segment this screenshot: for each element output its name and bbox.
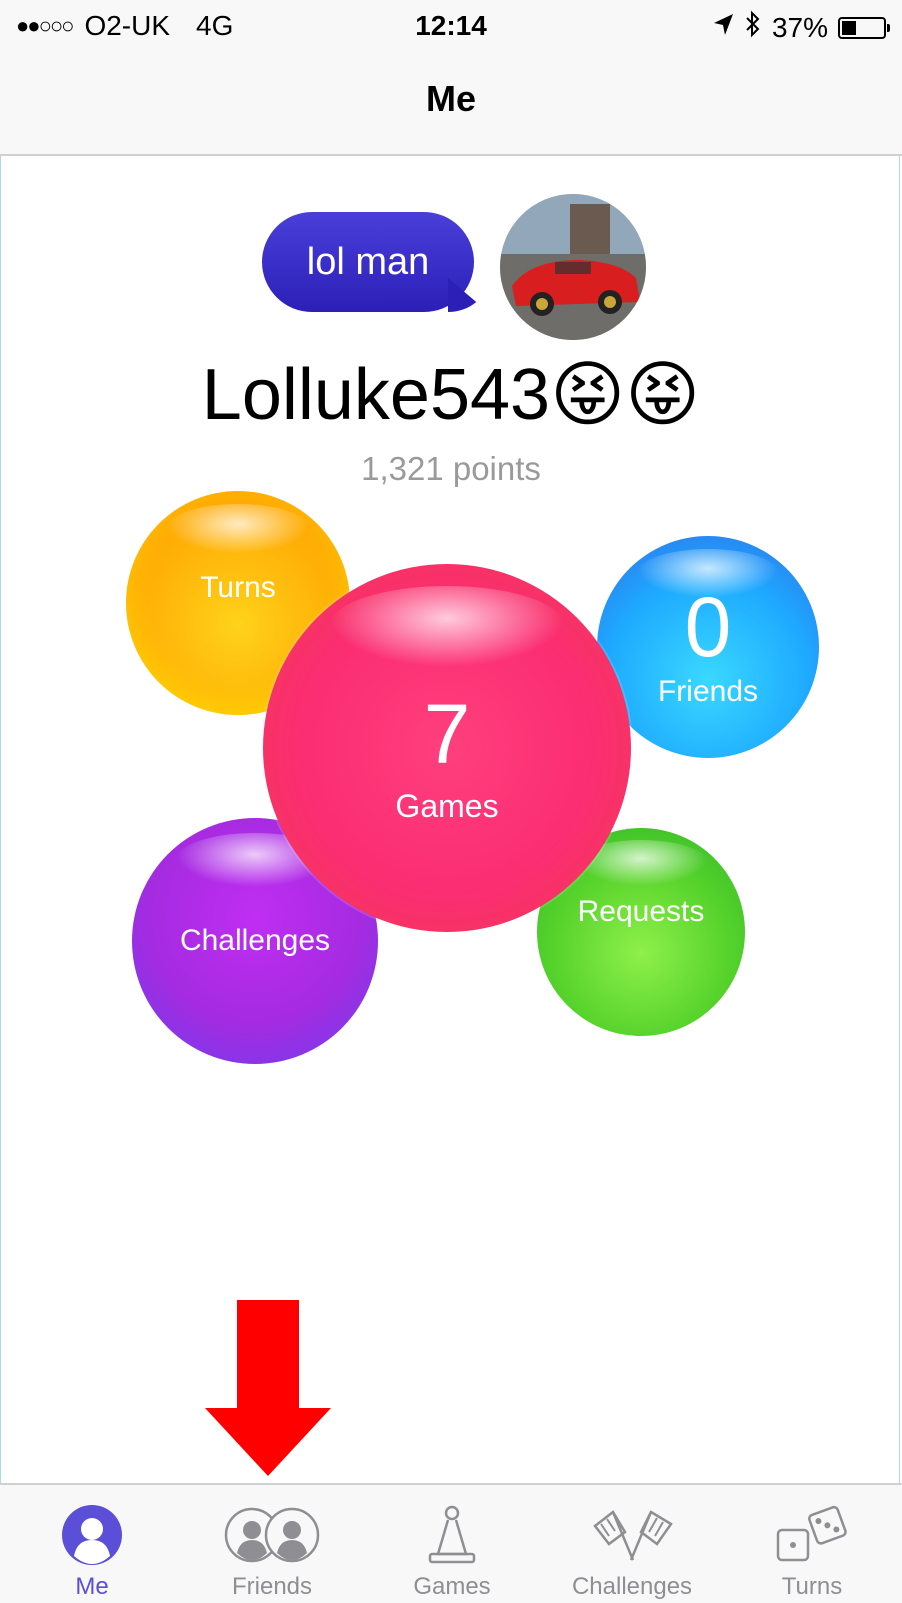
friends-bubble[interactable]: 0 Friends (597, 536, 819, 758)
turns-label: Turns (200, 571, 276, 604)
username: Lolluke543😝😝 (201, 355, 701, 435)
tab-turns-label: Turns (781, 1573, 843, 1600)
flags-icon (587, 1503, 677, 1567)
status-message-bubble[interactable]: lol man (262, 212, 474, 312)
challenges-label: Challenges (179, 924, 331, 957)
requests-label: Requests (577, 895, 705, 928)
status-bar: ●●○○○ O2-UK 4G 12:14 37% (0, 0, 902, 56)
tab-me[interactable]: Me (2, 1485, 182, 1603)
tab-me-label: Me (75, 1573, 109, 1600)
games-count: 7 (423, 686, 471, 781)
tab-challenges[interactable]: Challenges (542, 1485, 722, 1603)
location-arrow-icon (712, 12, 734, 44)
tab-games[interactable]: Games (362, 1485, 542, 1603)
friends-icon (222, 1503, 322, 1567)
avatar[interactable] (500, 194, 646, 340)
bluetooth-icon (744, 10, 762, 45)
tab-turns[interactable]: Turns (722, 1485, 902, 1603)
page-title: Me (425, 78, 476, 119)
dice-icon (774, 1503, 850, 1567)
person-icon (61, 1503, 123, 1567)
tab-challenges-label: Challenges (571, 1573, 693, 1600)
navigation-bar: Me (0, 56, 902, 156)
friends-label: Friends (657, 675, 759, 708)
games-bubble[interactable]: 7 Games (263, 564, 631, 932)
tab-games-label: Games (413, 1573, 491, 1600)
avatar-photo (500, 194, 646, 340)
game-piece-icon (424, 1503, 480, 1567)
tab-friends-label: Friends (231, 1573, 313, 1600)
status-message-text: lol man (306, 240, 430, 283)
battery-percent: 37% (771, 11, 828, 43)
games-label: Games (395, 787, 499, 824)
red-arrow-annotation (205, 1300, 331, 1476)
battery-icon (838, 16, 890, 39)
points-total: 1,321 points (361, 450, 541, 487)
tab-bar: Me Friends Games Challenges Turns (0, 1483, 902, 1603)
status-right: 37% (712, 10, 890, 45)
friends-count: 0 (684, 580, 732, 674)
tab-friends[interactable]: Friends (182, 1485, 362, 1603)
